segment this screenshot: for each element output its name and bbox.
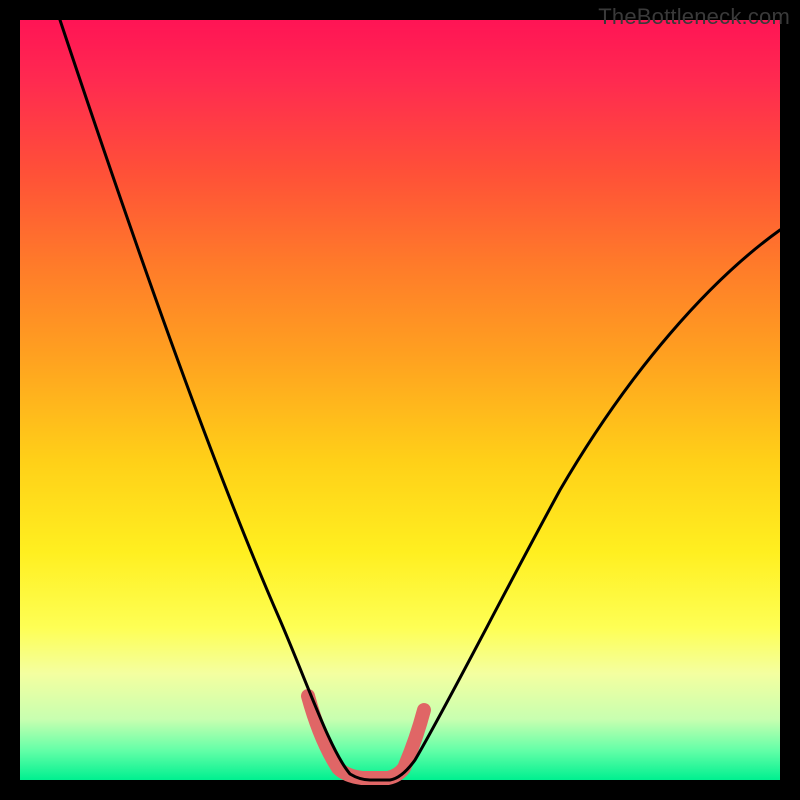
plot-area [20, 20, 780, 780]
bottleneck-curve-svg [20, 20, 780, 780]
watermark-text: TheBottleneck.com [598, 4, 790, 30]
chart-frame: TheBottleneck.com [0, 0, 800, 800]
highlight-band [308, 696, 424, 778]
bottleneck-curve [60, 20, 780, 780]
